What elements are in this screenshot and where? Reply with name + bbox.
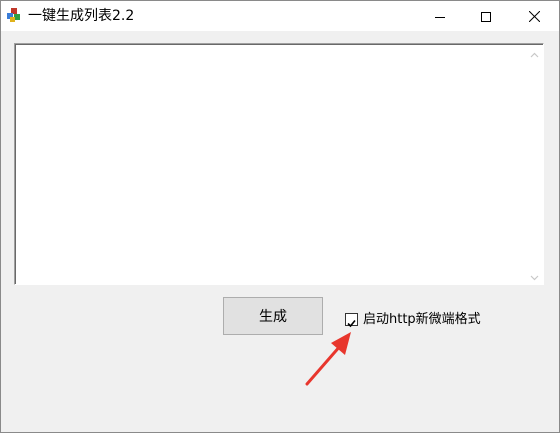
http-checkbox-label: 启动http新微端格式: [363, 312, 481, 327]
close-icon: [528, 7, 540, 26]
chevron-up-icon: [530, 43, 539, 62]
app-blocks-icon: [6, 7, 22, 23]
maximize-icon: [481, 7, 491, 26]
client-area: 生成 启动http新微端格式: [1, 31, 559, 432]
http-checkbox-control[interactable]: 启动http新微端格式: [345, 311, 485, 329]
output-textbox[interactable]: [14, 43, 544, 285]
http-checkbox[interactable]: [345, 313, 358, 328]
scroll-up-button[interactable]: [527, 45, 542, 60]
maximize-button[interactable]: [463, 1, 509, 31]
window-title: 一键生成列表2.2: [28, 8, 135, 24]
close-button[interactable]: [509, 1, 559, 31]
title-bar[interactable]: 一键生成列表2.2: [1, 1, 559, 31]
app-window: 一键生成列表2.2 生成 启动http新微端格式: [0, 0, 560, 433]
minimize-button[interactable]: [417, 1, 463, 31]
chevron-down-icon: [530, 266, 539, 285]
minimize-icon: [435, 7, 445, 26]
scroll-down-button[interactable]: [527, 268, 542, 283]
vertical-scrollbar[interactable]: [527, 45, 542, 283]
output-textarea[interactable]: [17, 46, 527, 282]
red-arrow-icon: [301, 327, 361, 389]
